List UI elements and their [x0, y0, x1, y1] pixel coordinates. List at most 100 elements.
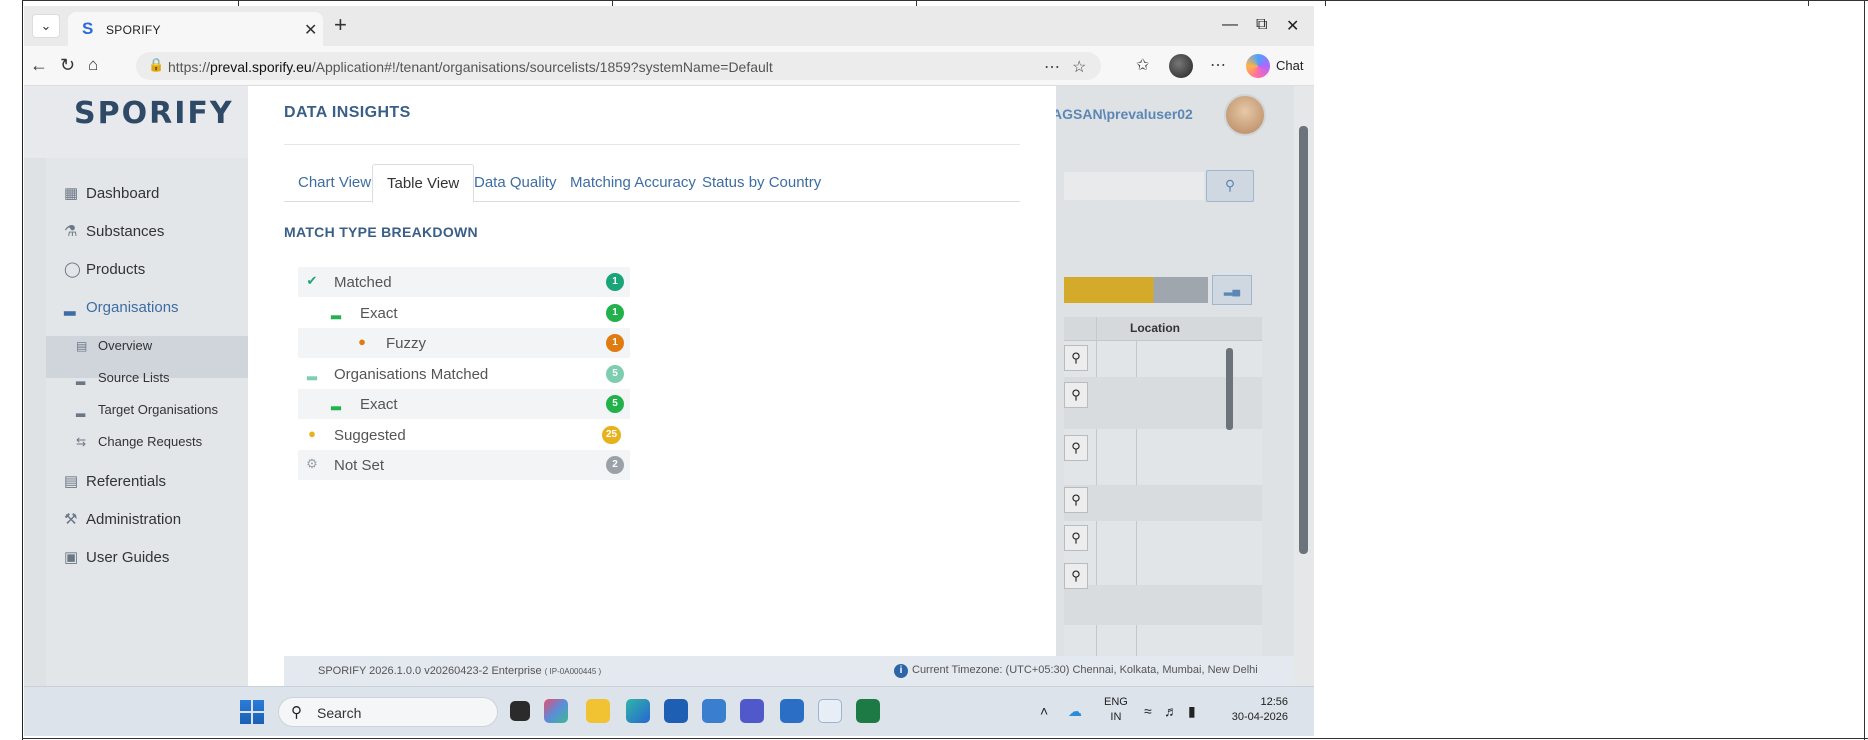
sidebar-item-dashboard[interactable]: ▦ Dashboard — [64, 184, 159, 202]
tab-chart-view[interactable]: Chart View — [284, 164, 385, 202]
chat-label[interactable]: Chat — [1276, 58, 1303, 73]
battery-icon[interactable]: ▮ — [1188, 703, 1196, 720]
chart-icon: ▤ — [76, 339, 88, 353]
sidebar-item-label: Products — [86, 261, 146, 278]
gear-icon: ⚙ — [306, 456, 318, 471]
photos-app-icon[interactable] — [544, 699, 568, 723]
profile-avatar[interactable] — [1169, 54, 1193, 78]
restore-icon[interactable]: ⧉ — [1256, 16, 1267, 34]
volume-icon[interactable]: ♬ — [1164, 703, 1178, 719]
sidebar-item-substances[interactable]: ⚗ Substances — [64, 222, 164, 240]
new-tab-icon[interactable]: + — [334, 14, 347, 36]
edge-browser-icon[interactable] — [626, 699, 650, 723]
sidebar-subitem-change-requests[interactable]: ⇆ Change Requests — [76, 434, 202, 449]
list-item: ● Suggested 25 — [298, 420, 630, 450]
favorite-star-icon[interactable]: ☆ — [1072, 57, 1086, 77]
modal-title: DATA INSIGHTS — [284, 104, 411, 121]
file-explorer-icon[interactable] — [586, 699, 610, 723]
windows-start-icon[interactable] — [240, 700, 264, 724]
sidebar-subitem-overview[interactable]: ▤ Overview — [76, 338, 152, 353]
list-item: ● Fuzzy 1 — [298, 328, 630, 358]
teams-icon[interactable] — [740, 699, 764, 723]
factory-icon: ▂ — [307, 365, 317, 380]
info-icon: i — [894, 664, 908, 678]
language-indicator[interactable]: ENG IN — [1104, 695, 1128, 725]
sidebar-item-organisations[interactable]: ▂ Organisations — [64, 298, 179, 316]
search-button: ⚲ — [1206, 170, 1254, 202]
sidebar-item-label: Organisations — [86, 299, 179, 316]
tab-actions-menu[interactable]: ⌄ — [32, 14, 60, 38]
power-automate-icon[interactable] — [818, 699, 842, 723]
page-scrollbar-thumb[interactable] — [1299, 126, 1308, 554]
taskbar-search[interactable]: ⚲ Search — [278, 697, 498, 727]
sidebar-subitem-label: Target Organisations — [98, 402, 218, 417]
clock[interactable]: 12:56 30-04-2026 — [1228, 695, 1288, 725]
taskbar-search-label: Search — [317, 705, 362, 721]
search-icon: ⚲ — [1064, 435, 1088, 461]
book-icon: ▣ — [64, 549, 79, 566]
table-scrollbar — [1226, 348, 1233, 430]
wifi-icon[interactable]: ≈ — [1144, 703, 1152, 719]
remote-desktop-icon[interactable] — [702, 699, 726, 723]
background-search-field — [1064, 172, 1204, 200]
browser-tab[interactable]: S SPORIFY ✕ — [68, 12, 323, 46]
address-bar: ← ↻ ⌂ 🔒 https://preval.sporify.eu/Applic… — [24, 46, 1314, 86]
sidebar-item-label: User Guides — [86, 549, 170, 566]
tab-status-by-country[interactable]: Status by Country — [688, 164, 835, 202]
close-window-icon[interactable]: ✕ — [1286, 16, 1299, 36]
copilot-icon[interactable] — [1246, 54, 1270, 78]
sidebar-subitem-target-organisations[interactable]: ▂ Target Organisations — [76, 402, 218, 417]
swap-icon: ⇆ — [76, 435, 87, 449]
table-header: Location — [1064, 317, 1262, 341]
sidebar-subitem-label: Change Requests — [98, 434, 203, 449]
home-icon[interactable]: ⌂ — [88, 55, 98, 75]
favorites-list-icon[interactable]: ✩ — [1136, 55, 1149, 75]
store-app-icon[interactable] — [664, 699, 688, 723]
tab-strip: ⌄ S SPORIFY ✕ + — ⧉ ✕ — [24, 6, 1314, 46]
refresh-icon[interactable]: ↻ — [60, 55, 75, 76]
url-field[interactable]: 🔒 https://preval.sporify.eu/Application#… — [136, 52, 1101, 80]
list-item: ▂ Exact 1 — [298, 298, 630, 328]
frame-tick — [1808, 0, 1809, 6]
data-insights-modal: DATA INSIGHTS Chart View Table View Data… — [248, 86, 1284, 686]
back-icon[interactable]: ← — [30, 55, 48, 76]
app-content: SPORIFY ▦ Dashboard ⚗ Substances ◯ Products… — [24, 86, 1314, 686]
onedrive-icon[interactable]: ☁ — [1068, 703, 1082, 720]
search-icon: ⚲ — [1064, 487, 1088, 513]
sidebar-item-products[interactable]: ◯ Products — [64, 260, 145, 278]
row-label: Exact — [360, 305, 398, 322]
search-icon: ⚲ — [1064, 563, 1088, 589]
check-circle-icon: ✔ — [306, 273, 318, 288]
sidebar-subitem-source-lists[interactable]: ▂ Source Lists — [76, 370, 170, 385]
row-label: Organisations Matched — [334, 366, 489, 383]
frame-left-border — [22, 0, 23, 740]
chevron-up-icon[interactable]: ˄ — [1040, 703, 1048, 719]
count-badge: 5 — [606, 365, 624, 383]
sidebar-item-user-guides[interactable]: ▣ User Guides — [64, 548, 169, 566]
page-scrollbar[interactable] — [1294, 86, 1314, 686]
task-view-icon[interactable] — [510, 701, 530, 721]
tab-matching-accuracy[interactable]: Matching Accuracy — [556, 164, 710, 202]
more-icon[interactable]: ⋯ — [1210, 55, 1226, 75]
outlook-icon[interactable] — [780, 699, 804, 723]
count-badge: 5 — [606, 395, 624, 413]
sidebar-item-referentials[interactable]: ▤ Referentials — [64, 472, 166, 490]
row-label: Exact — [360, 396, 398, 413]
minimize-icon[interactable]: — — [1222, 16, 1238, 34]
section-title: MATCH TYPE BREAKDOWN — [284, 224, 478, 240]
list-item: ▂ Exact 5 — [298, 389, 630, 419]
user-avatar[interactable] — [1224, 94, 1266, 136]
more-options-circle-icon[interactable]: ⋯ — [1044, 57, 1060, 77]
close-tab-icon[interactable]: ✕ — [304, 20, 317, 40]
sidebar-item-administration[interactable]: ⚒ Administration — [64, 510, 181, 528]
sporify-favicon-icon: S — [82, 19, 94, 38]
tab-data-quality[interactable]: Data Quality — [460, 164, 571, 202]
search-icon: ⚲ — [1064, 525, 1088, 551]
row-label: Suggested — [334, 427, 406, 444]
tab-table-view[interactable]: Table View — [372, 164, 475, 203]
row-label: Fuzzy — [386, 335, 427, 352]
excel-icon[interactable] — [856, 699, 880, 723]
sidebar-subitem-label: Overview — [98, 338, 153, 353]
brand-logo[interactable]: SPORIFY — [74, 96, 234, 131]
current-user[interactable]: AGSAN\prevaluser02 — [1052, 106, 1193, 122]
